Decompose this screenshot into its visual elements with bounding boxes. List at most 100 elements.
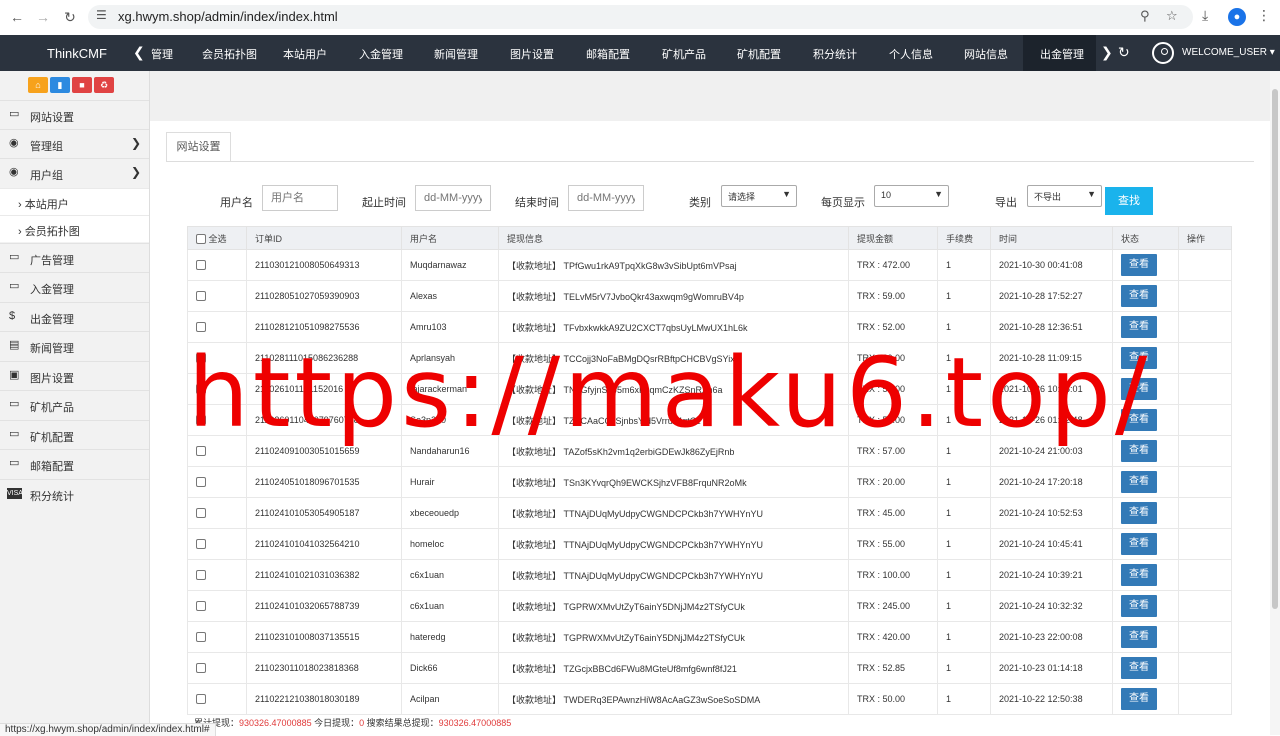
top-navigation: ThinkCMF ❮ 管理 会员拓扑图 本站用户 入金管理 新闻管理 图片设置 … bbox=[0, 35, 1280, 71]
export-select[interactable]: 不导出 ▼ bbox=[1027, 185, 1102, 207]
row-select-cell[interactable] bbox=[187, 652, 247, 684]
row-checkbox[interactable] bbox=[196, 260, 206, 271]
nav-item[interactable]: 矿机配置 bbox=[737, 46, 781, 62]
nav-item[interactable]: 矿机产品 bbox=[662, 46, 706, 62]
bookmark-star-icon[interactable]: ☆ bbox=[1166, 8, 1178, 24]
view-button[interactable]: 查看 bbox=[1121, 595, 1157, 617]
nav-item[interactable]: 图片设置 bbox=[510, 46, 554, 62]
scrollbar-thumb[interactable] bbox=[1272, 89, 1278, 609]
search-button[interactable]: 查找 bbox=[1105, 187, 1153, 215]
select-all-header[interactable]: 全选 bbox=[187, 226, 247, 250]
nav-item[interactable]: 会员拓扑图 bbox=[202, 46, 257, 62]
brand-logo[interactable]: ThinkCMF bbox=[47, 46, 107, 61]
nav-scroll-right-icon[interactable]: ❯ bbox=[1101, 44, 1113, 61]
nav-item[interactable]: 入金管理 bbox=[359, 46, 403, 62]
site-info-icon[interactable]: ☰ bbox=[96, 8, 107, 22]
row-checkbox[interactable] bbox=[196, 694, 206, 705]
sidebar-item-points[interactable]: VISA 积分统计 bbox=[0, 479, 149, 509]
address-bar-url[interactable]: xg.hwym.shop/admin/index/index.html bbox=[118, 9, 338, 24]
tab-website-settings[interactable]: 网站设置 bbox=[166, 132, 231, 162]
row-checkbox[interactable] bbox=[196, 539, 206, 550]
row-checkbox[interactable] bbox=[196, 570, 206, 581]
start-date-input[interactable] bbox=[415, 185, 491, 211]
back-arrow-icon[interactable]: ← bbox=[7, 7, 27, 27]
view-button[interactable]: 查看 bbox=[1121, 688, 1157, 710]
profile-avatar-icon[interactable]: ● bbox=[1228, 8, 1246, 26]
row-checkbox[interactable] bbox=[196, 322, 206, 333]
user-avatar-icon[interactable] bbox=[1152, 42, 1174, 64]
row-checkbox[interactable] bbox=[196, 663, 206, 674]
nav-scroll-left-icon[interactable]: ❮ bbox=[133, 44, 145, 61]
table-row: 211024101053054905187 xbeceouedp 【收款地址】 TT… bbox=[187, 497, 1232, 529]
end-date-input[interactable] bbox=[568, 185, 644, 211]
row-checkbox[interactable] bbox=[196, 508, 206, 519]
nav-item[interactable]: 管理 bbox=[151, 46, 173, 62]
view-button[interactable]: 查看 bbox=[1121, 285, 1157, 307]
sidebar-subitem-site-users[interactable]: › 本站用户 bbox=[0, 188, 149, 215]
sidebar-item-withdrawals[interactable]: $ 出金管理 bbox=[0, 302, 149, 332]
browser-menu-icon[interactable]: ⋮ bbox=[1257, 7, 1271, 24]
recycle-icon[interactable]: ♻ bbox=[94, 77, 114, 93]
sidebar-item-user-group[interactable]: ◉ 用户组 ❯ bbox=[0, 158, 149, 188]
view-button[interactable]: 查看 bbox=[1121, 471, 1157, 493]
row-select-cell[interactable] bbox=[187, 280, 247, 312]
row-select-cell[interactable] bbox=[187, 528, 247, 560]
view-button[interactable]: 查看 bbox=[1121, 564, 1157, 586]
download-icon[interactable]: ⤓ bbox=[1202, 7, 1208, 24]
nav-item[interactable]: 网站信息 bbox=[964, 46, 1008, 62]
sidebar-item-images[interactable]: ▣ 图片设置 bbox=[0, 361, 149, 391]
nav-item[interactable]: 本站用户 bbox=[283, 46, 327, 62]
sidebar-item-miner-products[interactable]: ▭ 矿机产品 bbox=[0, 390, 149, 420]
type-select[interactable]: 请选择 ▼ bbox=[721, 185, 797, 207]
view-button[interactable]: 查看 bbox=[1121, 502, 1157, 524]
user-circle-icon: ◉ bbox=[9, 137, 19, 149]
row-select-cell[interactable] bbox=[187, 249, 247, 281]
time-cell: 2021-10-22 12:50:38 bbox=[990, 683, 1113, 715]
nav-item[interactable]: 邮箱配置 bbox=[586, 46, 630, 62]
row-checkbox[interactable] bbox=[196, 477, 206, 488]
sidebar-item-deposits[interactable]: ▭ 入金管理 bbox=[0, 272, 149, 302]
sidebar-item-admin-group[interactable]: ◉ 管理组 ❯ bbox=[0, 129, 149, 159]
row-select-cell[interactable] bbox=[187, 621, 247, 653]
row-select-cell[interactable] bbox=[187, 559, 247, 591]
view-button[interactable]: 查看 bbox=[1121, 533, 1157, 555]
reload-icon[interactable]: ↻ bbox=[60, 7, 80, 27]
status-cell: 查看 bbox=[1112, 559, 1179, 591]
view-button[interactable]: 查看 bbox=[1121, 254, 1157, 276]
trash-icon[interactable]: ■ bbox=[72, 77, 92, 93]
forward-arrow-icon[interactable]: → bbox=[33, 7, 53, 27]
page-scrollbar[interactable] bbox=[1270, 71, 1280, 735]
address-bar[interactable]: ☰ xg.hwym.shop/admin/index/index.html ⚲ … bbox=[88, 5, 1193, 29]
view-button[interactable]: 查看 bbox=[1121, 316, 1157, 338]
row-checkbox[interactable] bbox=[196, 601, 206, 612]
home-icon[interactable]: ⌂ bbox=[28, 77, 48, 93]
nav-item[interactable]: 个人信息 bbox=[889, 46, 933, 62]
sidebar-item-website-settings[interactable]: ▭ 网站设置 bbox=[0, 100, 149, 130]
row-checkbox[interactable] bbox=[196, 291, 206, 302]
nav-item[interactable]: 新闻管理 bbox=[434, 46, 478, 62]
sidebar-item-miner-config[interactable]: ▭ 矿机配置 bbox=[0, 420, 149, 450]
export-label: 导出 bbox=[995, 197, 1017, 209]
sidebar-subitem-member-topology[interactable]: › 会员拓扑图 bbox=[0, 215, 149, 242]
password-key-icon[interactable]: ⚲ bbox=[1140, 8, 1150, 24]
user-menu[interactable]: WELCOME_USER ▾ bbox=[1182, 47, 1275, 58]
nav-item[interactable]: 积分统计 bbox=[813, 46, 857, 62]
per-page-select[interactable]: 10 ▼ bbox=[874, 185, 949, 207]
sidebar-item-news[interactable]: ▤ 新闻管理 bbox=[0, 331, 149, 361]
sidebar-item-label: 矿机产品 bbox=[30, 402, 74, 414]
username-input[interactable] bbox=[262, 185, 338, 211]
nav-item-active[interactable]: 出金管理 bbox=[1040, 46, 1084, 62]
sidebar-item-mail-config[interactable]: ▭ 邮箱配置 bbox=[0, 449, 149, 479]
view-button[interactable]: 查看 bbox=[1121, 626, 1157, 648]
refresh-icon[interactable]: ↻ bbox=[1118, 44, 1130, 61]
row-select-cell[interactable] bbox=[187, 497, 247, 529]
sidebar-item-ads[interactable]: ▭ 广告管理 bbox=[0, 243, 149, 273]
document-icon[interactable]: ▮ bbox=[50, 77, 70, 93]
column-header: 提现信息 bbox=[498, 226, 849, 250]
row-select-cell[interactable] bbox=[187, 466, 247, 498]
select-all-checkbox[interactable] bbox=[196, 234, 206, 245]
view-button[interactable]: 查看 bbox=[1121, 657, 1157, 679]
row-select-cell[interactable] bbox=[187, 683, 247, 715]
row-select-cell[interactable] bbox=[187, 590, 247, 622]
row-checkbox[interactable] bbox=[196, 632, 206, 643]
